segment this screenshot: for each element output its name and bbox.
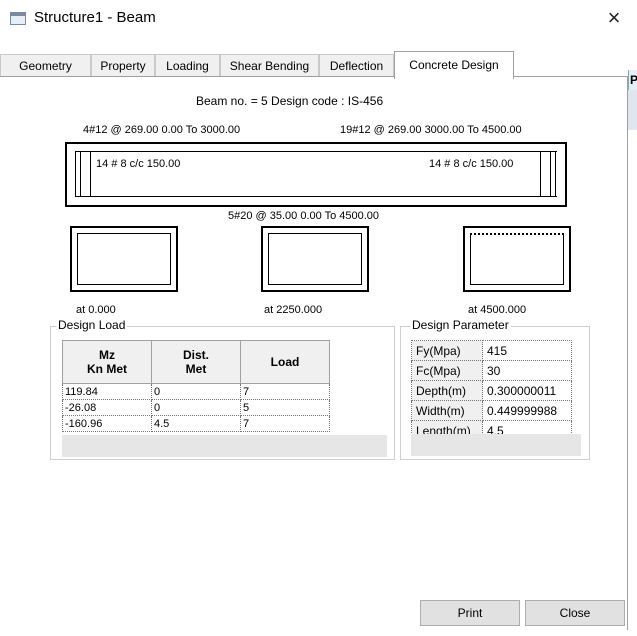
bottom-rebar-label: 5#20 @ 35.00 0.00 To 4500.00	[228, 210, 380, 222]
window-app-icon	[10, 12, 26, 25]
table-cell[interactable]: -160.96	[62, 415, 152, 432]
column-header-dist: Dist. Met	[151, 340, 241, 384]
background-window-edge: P	[628, 70, 637, 90]
param-value[interactable]: 0.300000011	[482, 380, 572, 401]
section-middle-label: at 2250.000	[264, 304, 323, 316]
table-cell[interactable]: 0	[151, 383, 241, 400]
top-right-rebar-label: 19#12 @ 269.00 3000.00 To 4500.00	[340, 124, 522, 136]
param-label: Fy(Mpa)	[411, 340, 483, 361]
cross-section-end	[463, 226, 571, 292]
param-label: Depth(m)	[411, 380, 483, 401]
table-cell[interactable]: 4.5	[151, 415, 241, 432]
right-end-line-2	[555, 151, 556, 197]
cross-section-middle	[261, 226, 369, 292]
section-end-label: at 4500.000	[468, 304, 527, 316]
right-stirrup-label: 14 # 8 c/c 150.00	[429, 158, 514, 170]
table-cell[interactable]: 0	[151, 399, 241, 416]
beam-design-header: Beam no. = 5 Design code : IS-456	[196, 94, 384, 108]
table-row: Depth(m) 0.300000011	[411, 380, 572, 401]
left-stirrup-label: 14 # 8 c/c 150.00	[96, 158, 181, 170]
print-button[interactable]: Print	[420, 600, 520, 626]
param-label: Width(m)	[411, 400, 483, 421]
design-parameter-table: Fy(Mpa) 415 Fc(Mpa) 30 Depth(m) 0.300000…	[411, 340, 572, 441]
left-end-line-1	[75, 151, 76, 197]
table-row[interactable]: -26.08 0 5	[62, 399, 330, 416]
table-cell[interactable]: 119.84	[62, 383, 152, 400]
table-row: Fc(Mpa) 30	[411, 360, 572, 381]
param-value[interactable]: 0.449999988	[482, 400, 572, 421]
param-value[interactable]: 415	[482, 340, 572, 361]
table-header-row: Mz Kn Met Dist. Met Load	[62, 340, 330, 384]
window-close-button[interactable]: ×	[600, 4, 628, 32]
tab-geometry[interactable]: Geometry	[0, 54, 91, 78]
design-parameter-table-empty-area	[411, 434, 581, 456]
table-row[interactable]: -160.96 4.5 7	[62, 415, 330, 432]
tab-concrete-design[interactable]: Concrete Design	[394, 51, 514, 79]
bottom-rebar-line	[75, 196, 557, 197]
top-rebar-line	[75, 151, 557, 152]
section-start-label: at 0.000	[76, 304, 116, 316]
table-cell[interactable]: 7	[240, 383, 330, 400]
left-end-line-2	[80, 151, 81, 197]
tab-shear-bending[interactable]: Shear Bending	[220, 54, 319, 78]
design-parameter-title: Design Parameter	[410, 318, 511, 332]
tab-deflection[interactable]: Deflection	[319, 54, 394, 78]
background-window-edge-strip	[628, 90, 637, 130]
right-stirrup-line	[540, 151, 541, 197]
top-left-rebar-label: 4#12 @ 269.00 0.00 To 3000.00	[83, 124, 241, 136]
design-load-title: Design Load	[56, 318, 128, 332]
title-bar: Structure1 - Beam ×	[0, 0, 637, 36]
table-row[interactable]: 119.84 0 7	[62, 383, 330, 400]
cross-section-start	[70, 226, 178, 292]
param-label: Fc(Mpa)	[411, 360, 483, 381]
param-value[interactable]: 30	[482, 360, 572, 381]
column-header-mz: Mz Kn Met	[62, 340, 152, 384]
table-cell[interactable]: 7	[240, 415, 330, 432]
table-row: Width(m) 0.449999988	[411, 400, 572, 421]
window-title: Structure1 - Beam	[34, 9, 156, 26]
design-load-table-empty-area	[62, 435, 387, 457]
close-button[interactable]: Close	[525, 600, 625, 626]
tab-strip: Geometry Property Loading Shear Bending …	[0, 51, 637, 79]
left-stirrup-line	[90, 151, 91, 197]
column-header-load: Load	[240, 340, 330, 384]
table-cell[interactable]: -26.08	[62, 399, 152, 416]
table-row: Fy(Mpa) 415	[411, 340, 572, 361]
tab-property[interactable]: Property	[91, 54, 155, 78]
table-cell[interactable]: 5	[240, 399, 330, 416]
design-load-table: Mz Kn Met Dist. Met Load 119.84 0 7 -26.08…	[62, 340, 330, 432]
tab-loading[interactable]: Loading	[155, 54, 220, 78]
right-end-line-1	[550, 151, 551, 197]
